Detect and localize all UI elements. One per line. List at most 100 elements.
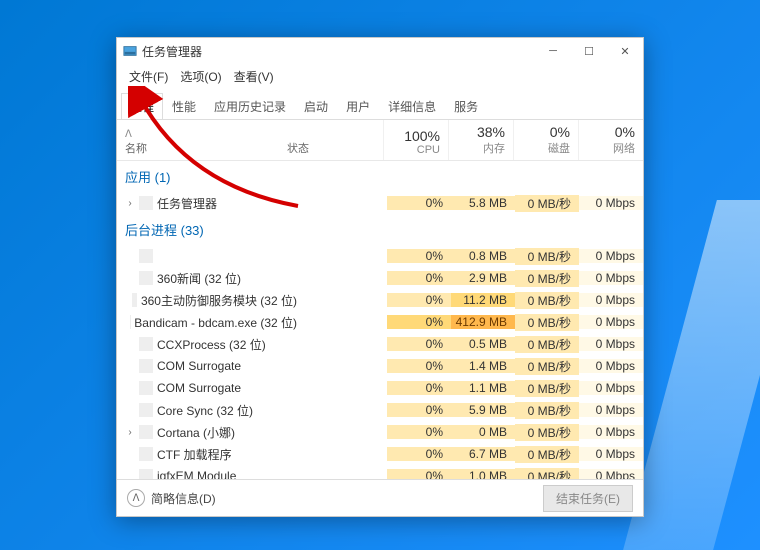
process-row[interactable]: › Cortana (小娜) 0%0 MB0 MB/秒0 Mbps: [117, 421, 643, 443]
column-disk[interactable]: 0% 磁盘: [513, 120, 578, 160]
process-row[interactable]: CCXProcess (32 位)0%0.5 MB0 MB/秒0 Mbps: [117, 333, 643, 355]
process-icon: [132, 293, 137, 307]
tab-performance[interactable]: 性能: [163, 93, 205, 119]
metric-cell: 0 Mbps: [579, 359, 643, 373]
process-name-cell: [117, 249, 297, 263]
tab-bar: 进程 性能 应用历史记录 启动 用户 详细信息 服务: [117, 93, 643, 120]
window-controls: ─ ☐ ✕: [535, 38, 643, 64]
process-row[interactable]: 360主动防御服务模块 (32 位)0%11.2 MB0 MB/秒0 Mbps: [117, 289, 643, 311]
menu-view[interactable]: 查看(V): [228, 66, 280, 87]
close-button[interactable]: ✕: [607, 38, 643, 64]
tab-processes[interactable]: 进程: [121, 93, 163, 119]
tab-details[interactable]: 详细信息: [379, 93, 445, 119]
process-name-cell: 360新闻 (32 位): [117, 270, 297, 287]
metric-cell: 0 Mbps: [579, 425, 643, 439]
process-name-label: CTF 加载程序: [157, 446, 232, 463]
metric-cell: 0%: [387, 271, 451, 285]
app-icon: [123, 44, 137, 58]
disk-label: 磁盘: [514, 140, 570, 156]
metric-cell: 0.5 MB: [451, 337, 515, 351]
process-name-cell: igfxEM Module: [117, 469, 297, 479]
metric-cell: 0 Mbps: [579, 403, 643, 417]
metric-cell: 0 MB/秒: [515, 380, 579, 397]
metric-cell: 0 MB/秒: [515, 248, 579, 265]
metric-cell: 0%: [387, 425, 451, 439]
metric-cell: 5.8 MB: [451, 196, 515, 210]
column-name[interactable]: ᐱ 名称: [117, 120, 281, 160]
process-name-cell: 360主动防御服务模块 (32 位): [117, 292, 297, 309]
net-label: 网络: [579, 140, 635, 156]
metric-cell: 0 MB/秒: [515, 424, 579, 441]
mem-label: 内存: [449, 140, 505, 156]
metric-cell: 0 Mbps: [579, 249, 643, 263]
process-name-label: Cortana (小娜): [157, 424, 235, 441]
metric-cell: 0 MB/秒: [515, 402, 579, 419]
process-row[interactable]: igfxEM Module0%1.0 MB0 MB/秒0 Mbps: [117, 465, 643, 479]
process-row[interactable]: COM Surrogate0%1.4 MB0 MB/秒0 Mbps: [117, 355, 643, 377]
process-list[interactable]: 应用 (1)›任务管理器0%5.8 MB0 MB/秒0 Mbps后台进程 (33…: [117, 161, 643, 479]
process-icon: [139, 425, 153, 439]
process-row[interactable]: ›任务管理器0%5.8 MB0 MB/秒0 Mbps: [117, 192, 643, 214]
expand-chevron-icon[interactable]: ›: [125, 198, 135, 209]
tab-users[interactable]: 用户: [337, 93, 379, 119]
metric-cell: 0.8 MB: [451, 249, 515, 263]
process-name-cell: COM Surrogate: [117, 381, 297, 395]
fewer-details-label: 简略信息(D): [151, 490, 216, 507]
metric-cell: 0 MB/秒: [515, 468, 579, 480]
process-icon: [139, 196, 153, 210]
metric-cell: 0 MB/秒: [515, 336, 579, 353]
process-name-cell: Bandicam - bdcam.exe (32 位): [117, 314, 297, 331]
process-row[interactable]: Bandicam - bdcam.exe (32 位)0%412.9 MB0 M…: [117, 311, 643, 333]
metric-cell: 0 Mbps: [579, 196, 643, 210]
metric-cell: 0%: [387, 469, 451, 479]
process-row[interactable]: Core Sync (32 位)0%5.9 MB0 MB/秒0 Mbps: [117, 399, 643, 421]
column-network[interactable]: 0% 网络: [578, 120, 643, 160]
mem-percent: 38%: [449, 124, 505, 140]
menu-options[interactable]: 选项(O): [174, 66, 227, 87]
end-task-button[interactable]: 结束任务(E): [543, 485, 633, 512]
maximize-button[interactable]: ☐: [571, 38, 607, 64]
tab-services[interactable]: 服务: [445, 93, 487, 119]
metric-cell: 0%: [387, 381, 451, 395]
column-status[interactable]: 状态: [281, 120, 383, 160]
process-name-label: Bandicam - bdcam.exe (32 位): [134, 314, 297, 331]
process-row[interactable]: 360新闻 (32 位)0%2.9 MB0 MB/秒0 Mbps: [117, 267, 643, 289]
metric-cell: 0 Mbps: [579, 271, 643, 285]
process-icon: [139, 403, 153, 417]
tab-app-history[interactable]: 应用历史记录: [205, 93, 295, 119]
metric-cell: 0 MB/秒: [515, 270, 579, 287]
menu-file[interactable]: 文件(F): [123, 66, 174, 87]
metric-cell: 0 Mbps: [579, 315, 643, 329]
metric-cell: 0%: [387, 293, 451, 307]
metric-cell: 0%: [387, 337, 451, 351]
group-header: 应用 (1): [117, 161, 643, 192]
column-memory[interactable]: 38% 内存: [448, 120, 513, 160]
process-icon: [139, 337, 153, 351]
cpu-label: CPU: [384, 144, 440, 156]
column-name-label: 名称: [125, 140, 273, 156]
process-name-label: COM Surrogate: [157, 381, 241, 395]
content-area: ᐱ 名称 状态 100% CPU 38% 内存 0% 磁盘 0% 网络 应用 (…: [117, 120, 643, 479]
metric-cell: 0 MB: [451, 425, 515, 439]
fewer-details-button[interactable]: ᐱ 简略信息(D): [127, 489, 216, 507]
tab-startup[interactable]: 启动: [295, 93, 337, 119]
process-name-label: igfxEM Module: [157, 469, 236, 479]
titlebar[interactable]: 任务管理器 ─ ☐ ✕: [117, 38, 643, 64]
process-name-cell: Core Sync (32 位): [117, 402, 297, 419]
process-name-cell: CCXProcess (32 位): [117, 336, 297, 353]
metric-cell: 0 Mbps: [579, 469, 643, 479]
metric-cell: 0%: [387, 447, 451, 461]
minimize-button[interactable]: ─: [535, 38, 571, 64]
process-name-label: Core Sync (32 位): [157, 402, 253, 419]
metric-cell: 0 MB/秒: [515, 195, 579, 212]
process-icon: [139, 447, 153, 461]
process-row[interactable]: 0%0.8 MB0 MB/秒0 Mbps: [117, 245, 643, 267]
column-cpu[interactable]: 100% CPU: [383, 120, 448, 160]
expand-chevron-icon[interactable]: ›: [125, 427, 135, 438]
process-row[interactable]: CTF 加载程序0%6.7 MB0 MB/秒0 Mbps: [117, 443, 643, 465]
metric-cell: 0%: [387, 315, 451, 329]
task-manager-window: 任务管理器 ─ ☐ ✕ 文件(F) 选项(O) 查看(V) 进程 性能 应用历史…: [116, 37, 644, 517]
process-name-label: COM Surrogate: [157, 359, 241, 373]
process-name-label: CCXProcess (32 位): [157, 336, 266, 353]
process-row[interactable]: COM Surrogate0%1.1 MB0 MB/秒0 Mbps: [117, 377, 643, 399]
